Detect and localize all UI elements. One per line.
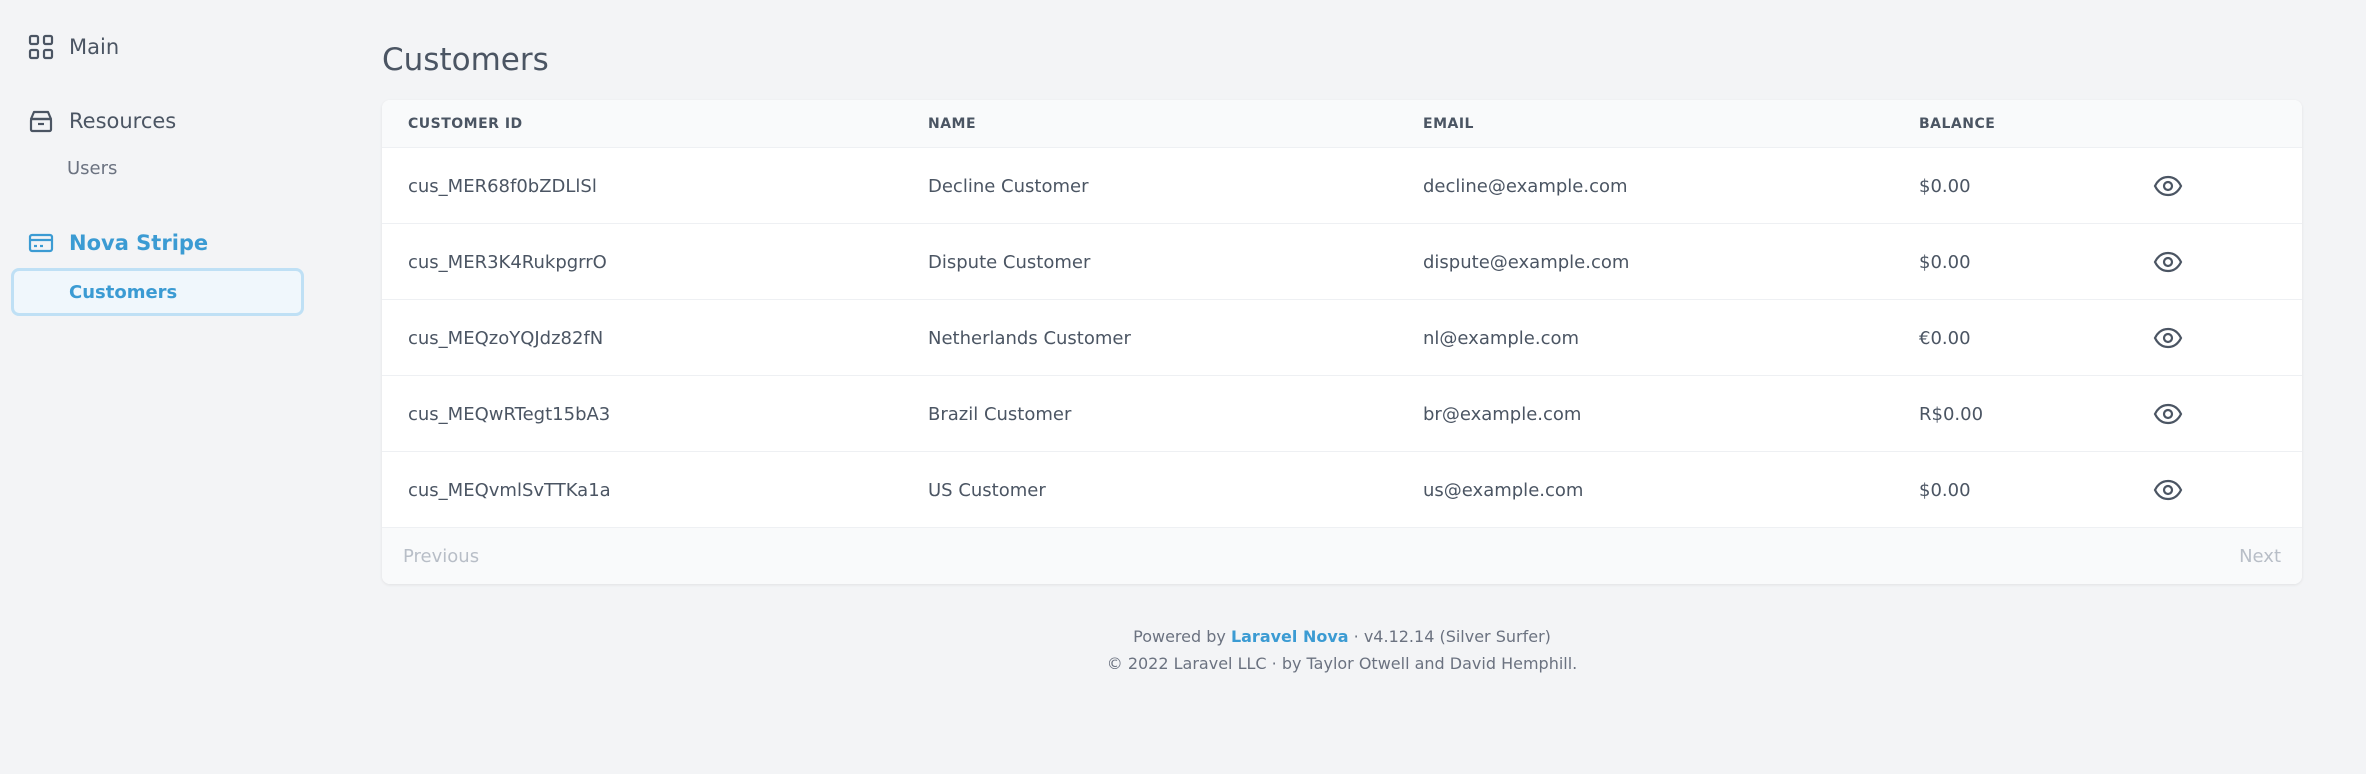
footer-version: · v4.12.14 (Silver Surfer) bbox=[1353, 627, 1551, 646]
view-button[interactable] bbox=[2153, 400, 2183, 428]
sidebar: Main Resources Users Nova Stripe Custome… bbox=[0, 0, 320, 774]
sidebar-item-label: Main bbox=[69, 35, 120, 59]
eye-icon bbox=[2153, 327, 2183, 349]
archive-icon bbox=[27, 107, 55, 135]
eye-icon bbox=[2153, 479, 2183, 501]
sidebar-item-customers[interactable]: Customers bbox=[11, 268, 304, 316]
sidebar-item-label: Nova Stripe bbox=[69, 231, 209, 255]
email-cell: nl@example.com bbox=[1423, 327, 1580, 349]
view-button[interactable] bbox=[2153, 172, 2183, 200]
table-row: cus_MEQwRTegt15bA3 Brazil Customer br@ex… bbox=[382, 376, 2302, 452]
name-cell: Decline Customer bbox=[928, 175, 1089, 197]
balance-cell: €0.00 bbox=[1919, 327, 1971, 349]
view-button[interactable] bbox=[2153, 324, 2183, 352]
column-header-balance: BALANCE bbox=[1919, 116, 1996, 132]
column-header-customer-id: CUSTOMER ID bbox=[408, 116, 523, 132]
pagination: Previous Next bbox=[382, 528, 2302, 584]
balance-cell: R$0.00 bbox=[1919, 403, 1984, 425]
table-header: CUSTOMER ID NAME EMAIL BALANCE bbox=[382, 100, 2302, 148]
footer-powered-prefix: Powered by bbox=[1133, 627, 1226, 646]
previous-button[interactable]: Previous bbox=[403, 528, 479, 584]
page-title: Customers bbox=[382, 42, 549, 78]
customer-id-cell: cus_MER68f0bZDLlSl bbox=[408, 175, 597, 197]
balance-cell: $0.00 bbox=[1919, 175, 1971, 197]
table-row: cus_MER68f0bZDLlSl Decline Customer decl… bbox=[382, 148, 2302, 224]
laravel-nova-link[interactable]: Laravel Nova bbox=[1231, 627, 1349, 646]
name-cell: Netherlands Customer bbox=[928, 327, 1131, 349]
customers-table: CUSTOMER ID NAME EMAIL BALANCE cus_MER68… bbox=[382, 100, 2302, 584]
email-cell: us@example.com bbox=[1423, 479, 1584, 501]
sidebar-item-resources[interactable]: Resources bbox=[27, 101, 176, 141]
email-cell: dispute@example.com bbox=[1423, 251, 1630, 273]
customer-id-cell: cus_MEQvmlSvTTKa1a bbox=[408, 479, 611, 501]
balance-cell: $0.00 bbox=[1919, 479, 1971, 501]
name-cell: Brazil Customer bbox=[928, 403, 1072, 425]
view-button[interactable] bbox=[2153, 248, 2183, 276]
credit-card-icon bbox=[27, 229, 55, 257]
balance-cell: $0.00 bbox=[1919, 251, 1971, 273]
table-row: cus_MEQzoYQJdz82fN Netherlands Customer … bbox=[382, 300, 2302, 376]
view-button[interactable] bbox=[2153, 476, 2183, 504]
column-header-email: EMAIL bbox=[1423, 116, 1474, 132]
footer-powered-by: Powered by Laravel Nova · v4.12.14 (Silv… bbox=[382, 627, 2302, 646]
grid-icon bbox=[27, 33, 55, 61]
eye-icon bbox=[2153, 403, 2183, 425]
sidebar-item-main[interactable]: Main bbox=[27, 27, 119, 67]
column-header-name: NAME bbox=[928, 116, 977, 132]
customer-id-cell: cus_MEQzoYQJdz82fN bbox=[408, 327, 604, 349]
name-cell: Dispute Customer bbox=[928, 251, 1091, 273]
table-row: cus_MEQvmlSvTTKa1a US Customer us@exampl… bbox=[382, 452, 2302, 528]
name-cell: US Customer bbox=[928, 479, 1046, 501]
eye-icon bbox=[2153, 175, 2183, 197]
customer-id-cell: cus_MEQwRTegt15bA3 bbox=[408, 403, 611, 425]
footer-copyright: © 2022 Laravel LLC · by Taylor Otwell an… bbox=[1106, 654, 1578, 673]
eye-icon bbox=[2153, 251, 2183, 273]
sidebar-item-users[interactable]: Users bbox=[67, 153, 117, 183]
app: Main Resources Users Nova Stripe Custome… bbox=[0, 0, 2366, 774]
customer-id-cell: cus_MER3K4RukpgrrO bbox=[408, 251, 607, 273]
email-cell: decline@example.com bbox=[1423, 175, 1628, 197]
sidebar-item-label: Resources bbox=[69, 109, 177, 133]
email-cell: br@example.com bbox=[1423, 403, 1582, 425]
next-button[interactable]: Next bbox=[2239, 528, 2281, 584]
sidebar-item-nova-stripe[interactable]: Nova Stripe bbox=[27, 223, 208, 263]
table-row: cus_MER3K4RukpgrrO Dispute Customer disp… bbox=[382, 224, 2302, 300]
